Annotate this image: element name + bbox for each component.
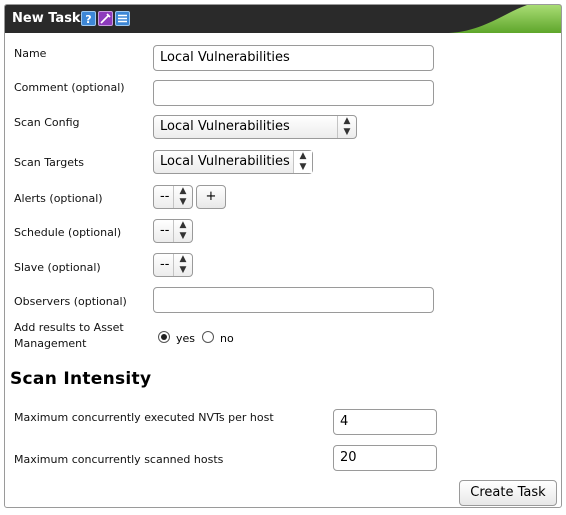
title-bar: New Task ? [5, 5, 561, 33]
alerts-label: Alerts (optional) [14, 192, 103, 205]
scan-targets-select[interactable]: Local Vulnerabilities ▲ ▼ [153, 150, 313, 174]
wizard-icon[interactable] [98, 11, 113, 26]
max-nvts-field[interactable]: 4 [333, 409, 437, 435]
chevron-updown-icon: ▲ ▼ [293, 151, 312, 173]
asset-mgmt-yes-radio[interactable] [158, 331, 170, 343]
chevron-updown-icon: ▲ ▼ [173, 220, 192, 242]
new-task-dialog: New Task ? Name Local Vulnerabilities Co… [4, 4, 562, 508]
name-field[interactable]: Local Vulnerabilities [153, 45, 434, 71]
asset-mgmt-no-radio[interactable] [202, 331, 214, 343]
chevron-updown-icon: ▲ ▼ [173, 254, 192, 276]
asset-mgmt-label-line1: Add results to Asset [14, 321, 124, 334]
max-hosts-field[interactable]: 20 [333, 445, 437, 471]
max-nvts-label: Maximum concurrently executed NVTs per h… [14, 411, 274, 424]
observers-field[interactable] [153, 287, 434, 313]
title-bar-accent [449, 5, 561, 33]
comment-field[interactable] [153, 80, 434, 106]
slave-select[interactable]: -- ▲ ▼ [153, 253, 193, 277]
max-hosts-label: Maximum concurrently scanned hosts [14, 453, 224, 466]
schedule-label: Schedule (optional) [14, 226, 122, 239]
add-alert-button[interactable]: + [196, 185, 226, 209]
scan-config-select[interactable]: Local Vulnerabilities ▲ ▼ [153, 115, 357, 139]
scan-config-label: Scan Config [14, 116, 80, 129]
list-icon[interactable] [115, 11, 130, 26]
alerts-select[interactable]: -- ▲ ▼ [153, 185, 193, 209]
dialog-title: New Task [12, 11, 81, 26]
asset-mgmt-yes-label: yes [176, 332, 196, 345]
chevron-updown-icon: ▲ ▼ [337, 116, 356, 138]
schedule-value: -- [160, 223, 170, 238]
scan-targets-value: Local Vulnerabilities [160, 154, 290, 169]
name-label: Name [14, 47, 47, 60]
slave-label: Slave (optional) [14, 261, 101, 274]
asset-mgmt-no-label: no [220, 332, 234, 345]
scan-targets-label: Scan Targets [14, 156, 85, 169]
asset-mgmt-label-line2: Management [14, 337, 87, 350]
schedule-select[interactable]: -- ▲ ▼ [153, 219, 193, 243]
create-task-button[interactable]: Create Task [459, 480, 557, 506]
scan-intensity-heading: Scan Intensity [10, 369, 152, 389]
comment-label: Comment (optional) [14, 81, 125, 94]
help-icon[interactable]: ? [81, 11, 96, 26]
slave-value: -- [160, 257, 170, 272]
chevron-updown-icon: ▲ ▼ [173, 186, 192, 208]
alerts-value: -- [160, 189, 170, 204]
scan-config-value: Local Vulnerabilities [160, 119, 290, 134]
observers-label: Observers (optional) [14, 295, 127, 308]
